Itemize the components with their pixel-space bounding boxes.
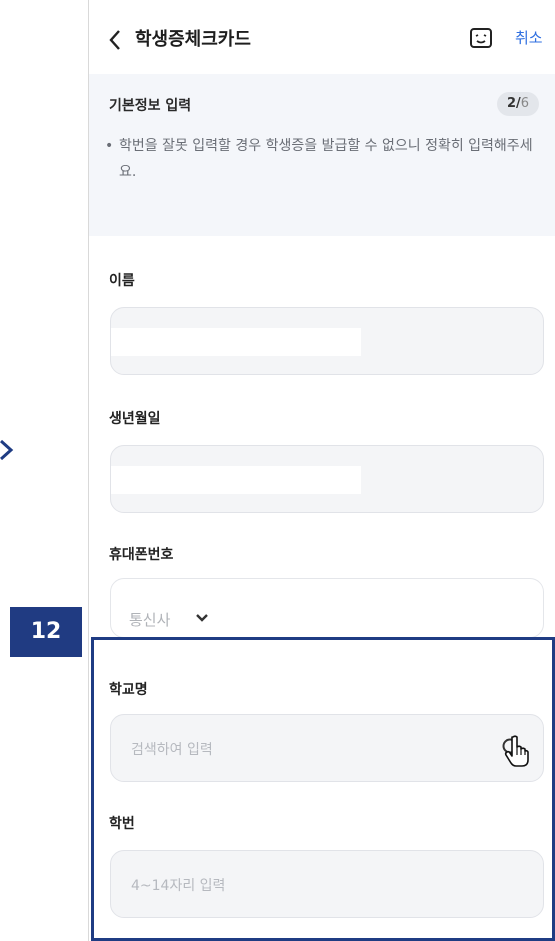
info-panel: 기본정보 입력 2/6 • 학번을 잘못 입력할 경우 학생증을 발급할 수 없… bbox=[89, 74, 555, 236]
notice-message: 학번을 잘못 입력할 경우 학생증을 발급할 수 없으니 정확히 입력해주세요. bbox=[119, 138, 533, 180]
notice-text: • 학번을 잘못 입력할 경우 학생증을 발급할 수 없으니 정확히 입력해주세… bbox=[105, 133, 545, 185]
masked-value bbox=[111, 328, 361, 356]
name-label: 이름 bbox=[109, 273, 135, 289]
school-placeholder: 검색하여 입력 bbox=[131, 742, 213, 758]
emoji-icon[interactable] bbox=[469, 26, 493, 50]
student-id-label: 학번 bbox=[109, 816, 135, 832]
name-input[interactable] bbox=[110, 307, 544, 375]
birth-input[interactable] bbox=[110, 445, 544, 513]
phone-screen: 학생증체크카드 취소 기본정보 입력 2/6 • 학번을 잘못 입력할 경우 학… bbox=[88, 0, 555, 941]
cancel-button[interactable]: 취소 bbox=[515, 27, 543, 48]
hand-cursor-icon bbox=[504, 735, 529, 767]
student-id-placeholder: 4~14자리 입력 bbox=[131, 878, 226, 894]
step-marker: 12 bbox=[10, 607, 82, 657]
masked-value bbox=[111, 466, 361, 494]
chevron-right-icon bbox=[0, 439, 14, 461]
page-title: 학생증체크카드 bbox=[135, 29, 251, 50]
chevron-down-icon bbox=[196, 614, 208, 622]
phone-label: 휴대폰번호 bbox=[109, 547, 174, 563]
section-title: 기본정보 입력 bbox=[109, 98, 192, 114]
back-chevron-icon[interactable] bbox=[107, 28, 123, 52]
student-id-input[interactable]: 4~14자리 입력 bbox=[110, 850, 544, 918]
step-badge: 2/6 bbox=[497, 92, 539, 116]
carrier-select[interactable]: 통신사 bbox=[110, 578, 544, 638]
step-current: 2 bbox=[506, 96, 516, 111]
app-header: 학생증체크카드 취소 bbox=[89, 0, 555, 74]
carrier-placeholder: 통신사 bbox=[129, 611, 171, 629]
school-search-input[interactable]: 검색하여 입력 bbox=[110, 714, 544, 782]
school-label: 학교명 bbox=[109, 682, 148, 698]
step-total: 6 bbox=[520, 96, 530, 111]
bullet-icon: • bbox=[105, 138, 114, 154]
birth-label: 생년월일 bbox=[109, 411, 161, 427]
